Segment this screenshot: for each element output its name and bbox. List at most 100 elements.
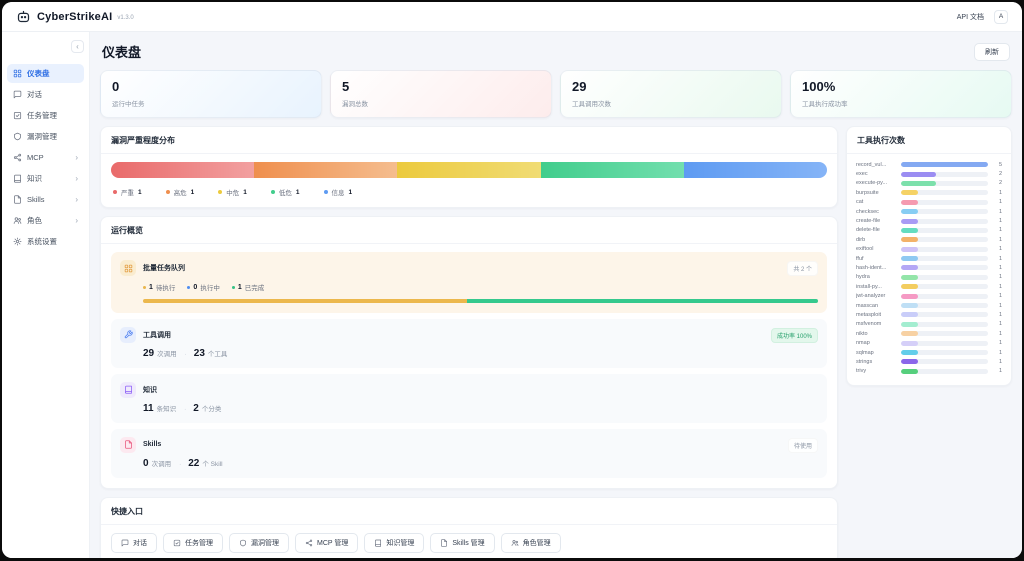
api-docs-link[interactable]: API 文档 — [957, 12, 984, 22]
status-dot — [143, 286, 146, 289]
quick-entry-button[interactable]: 任务管理 — [163, 533, 223, 553]
tool-name: record_vul... — [856, 162, 896, 168]
sidebar-item-label: 系统设置 — [27, 236, 57, 247]
tool-bar-fill — [901, 284, 918, 289]
overview-title: 运行概览 — [101, 217, 837, 244]
tool-row: masscan 1 — [856, 301, 1002, 310]
severity-segment — [397, 162, 540, 178]
severity-title: 漏洞严重程度分布 — [101, 127, 837, 154]
tool-row: metasploit 1 — [856, 310, 1002, 319]
batch-task-queue-row: 批量任务队列 共 2 个 1 待执行 — [111, 252, 827, 313]
tool-bar-track — [901, 190, 988, 195]
severity-segment — [111, 162, 254, 178]
tool-bar-track — [901, 162, 988, 167]
chevron-right-icon: › — [75, 216, 78, 225]
quick-entry-button[interactable]: 角色管理 — [501, 533, 561, 553]
tool-name: nmap — [856, 340, 896, 346]
tool-name: install-py... — [856, 284, 896, 290]
shield-icon — [13, 132, 22, 141]
quick-button-label: 任务管理 — [185, 538, 213, 548]
stat-value: 5 — [342, 79, 540, 94]
refresh-button[interactable]: 刷新 — [974, 43, 1010, 61]
severity-card: 漏洞严重程度分布 — [100, 126, 838, 208]
sidebar-item-label: 仪表盘 — [27, 68, 50, 79]
legend-count: 1 — [349, 189, 353, 196]
tool-bar-track — [901, 219, 988, 224]
sidebar-item[interactable]: MCP › — [7, 148, 84, 167]
tool-bar-track — [901, 172, 988, 177]
legend-dot — [218, 190, 222, 194]
legend-label: 严重 — [121, 187, 134, 197]
sidebar-item[interactable]: 对话 — [7, 85, 84, 104]
tool-value: 1 — [993, 190, 1002, 196]
sidebar-item[interactable]: 漏洞管理 — [7, 127, 84, 146]
doc-icon — [120, 437, 136, 453]
tool-bar-fill — [901, 359, 918, 364]
tool-name: hydra — [856, 274, 896, 280]
tool-row: install-py... 1 — [856, 282, 1002, 291]
quick-entry-button[interactable]: Skills 管理 — [430, 533, 494, 553]
quick-entry-title: 快捷入口 — [101, 498, 837, 525]
legend-item: 信息 1 — [324, 187, 353, 197]
tool-bar-fill — [901, 294, 918, 299]
quick-entry-button[interactable]: 对话 — [111, 533, 157, 553]
tool-value: 1 — [993, 340, 1002, 346]
tool-value: 1 — [993, 246, 1002, 252]
tool-bar-track — [901, 265, 988, 270]
avatar[interactable]: A — [994, 10, 1008, 24]
tool-value: 1 — [993, 265, 1002, 271]
sidebar-item-label: 知识 — [27, 173, 42, 184]
gear-icon — [13, 237, 22, 246]
sidebar-item-label: Skills — [27, 195, 45, 204]
quick-entry-button[interactable]: MCP 管理 — [295, 533, 358, 553]
quick-entry-button[interactable]: 知识管理 — [364, 533, 424, 553]
stat-value: 100% — [802, 79, 1000, 94]
tool-row: msfvenom 1 — [856, 320, 1002, 329]
sidebar-item[interactable]: 角色 › — [7, 211, 84, 230]
quick-buttons: 对话 任务管理 — [111, 533, 827, 553]
tool-bar-fill — [901, 350, 918, 355]
legend-count: 1 — [191, 189, 195, 196]
sidebar-item-label: 漏洞管理 — [27, 131, 57, 142]
batch-stat-value: 0 — [193, 284, 197, 291]
book-icon — [374, 539, 382, 547]
stat-value: 29 — [572, 79, 770, 94]
tool-bar-fill — [901, 369, 918, 374]
sidebar-item[interactable]: 系统设置 — [7, 232, 84, 251]
tool-bar-track — [901, 359, 988, 364]
tool-bar-fill — [901, 209, 918, 214]
sidebar-collapse-button[interactable]: ‹ — [71, 40, 84, 53]
mcp-icon — [13, 153, 22, 162]
legend-label: 低危 — [279, 187, 292, 197]
tool-bar-track — [901, 369, 988, 374]
tool-bar-fill — [901, 181, 936, 186]
tool-value: 1 — [993, 359, 1002, 365]
legend-item: 中危 1 — [218, 187, 247, 197]
sidebar-item[interactable]: 任务管理 — [7, 106, 84, 125]
chevron-right-icon: › — [75, 174, 78, 183]
tool-bar-track — [901, 303, 988, 308]
sidebar-item[interactable]: 知识 › — [7, 169, 84, 188]
tool-row: exiftool 1 — [856, 245, 1002, 254]
tool-name: exiftool — [856, 246, 896, 252]
tool-bar-track — [901, 247, 988, 252]
tool-bar-track — [901, 331, 988, 336]
sidebar-item-label: 任务管理 — [27, 110, 57, 121]
tool-value: 1 — [993, 209, 1002, 215]
stat-pair: 22个 Skill — [175, 458, 223, 469]
sidebar-item[interactable]: 仪表盘 — [7, 64, 84, 83]
tool-exec-title: 工具执行次数 — [847, 127, 1011, 154]
tool-name: masscan — [856, 303, 896, 309]
severity-segment — [254, 162, 397, 178]
quick-entry-button[interactable]: 漏洞管理 — [229, 533, 289, 553]
tool-value: 1 — [993, 303, 1002, 309]
tool-bar-fill — [901, 237, 918, 242]
batch-count-badge: 共 2 个 — [787, 261, 818, 276]
tool-value: 1 — [993, 350, 1002, 356]
tool-value: 1 — [993, 199, 1002, 205]
tool-row: checksec 1 — [856, 207, 1002, 216]
tool-row: record_vul... 5 — [856, 160, 1002, 169]
sidebar-item[interactable]: Skills › — [7, 190, 84, 209]
tool-bar-fill — [901, 256, 918, 261]
stat-label: 漏洞总数 — [342, 98, 540, 108]
